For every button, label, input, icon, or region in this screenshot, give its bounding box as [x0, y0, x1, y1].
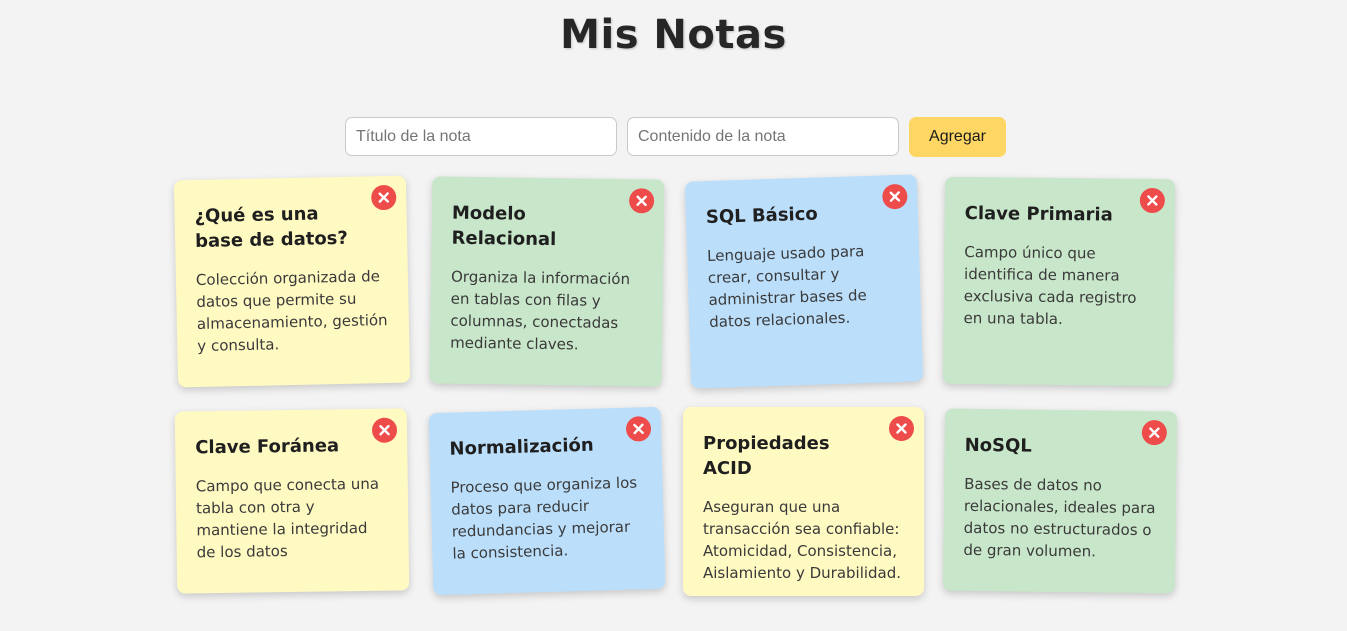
close-icon — [636, 195, 647, 207]
note-title: SQL Básico — [705, 203, 819, 229]
note-content: Organiza la información en tablas con fi… — [450, 267, 631, 354]
close-icon — [1149, 427, 1160, 438]
close-icon — [378, 192, 390, 203]
delete-note-button[interactable] — [628, 188, 655, 214]
note-title: Propiedades ACID — [703, 433, 830, 479]
note-card: SQL Básico Lenguaje usado para crear, co… — [684, 174, 924, 389]
note-content: Colección organizada de datos que permit… — [195, 267, 388, 355]
note-card: Clave Primaria Campo único que identific… — [942, 176, 1176, 387]
close-icon — [896, 423, 907, 434]
delete-note-button[interactable] — [1141, 419, 1167, 446]
delete-note-button[interactable] — [1139, 187, 1165, 214]
note-title-input[interactable] — [345, 117, 617, 156]
note-card: Clave Foránea Campo que conecta una tabl… — [174, 408, 410, 594]
delete-note-button[interactable] — [889, 416, 914, 441]
note-title: Modelo Relacional — [451, 202, 557, 251]
note-title: Clave Primaria — [964, 203, 1113, 226]
close-icon — [1147, 195, 1158, 206]
note-title: Normalización — [449, 434, 594, 460]
note-content: Bases de datos no relacionales, ideales … — [963, 474, 1156, 561]
note-card: ¿Qué es una base de datos? Colección org… — [173, 175, 411, 388]
delete-note-button[interactable] — [371, 184, 397, 211]
note-card: Modelo Relacional Organiza la informació… — [429, 176, 665, 387]
note-content: Proceso que organiza los datos para redu… — [450, 473, 638, 563]
delete-note-button[interactable] — [881, 183, 908, 210]
note-card: NoSQL Bases de datos no relacionales, id… — [942, 408, 1178, 594]
add-note-button[interactable]: Agregar — [909, 117, 1006, 157]
close-icon — [633, 423, 644, 435]
note-content: Lenguaje usado para crear, consultar y a… — [706, 242, 867, 331]
close-icon — [889, 191, 901, 202]
close-icon — [379, 424, 390, 436]
note-title: Clave Foránea — [195, 435, 340, 459]
note-card: Normalización Proceso que organiza los d… — [428, 406, 666, 596]
note-title: ¿Qué es una base de datos? — [194, 203, 349, 253]
page-title: Mis Notas — [560, 12, 787, 58]
note-card: Propiedades ACID Aseguran que una transa… — [683, 407, 924, 596]
note-content: Aseguran que una transacción sea confiab… — [703, 498, 902, 582]
note-title: NoSQL — [964, 434, 1032, 457]
note-content-input[interactable] — [627, 117, 899, 156]
note-content: Campo que conecta una tabla con otra y m… — [195, 474, 380, 562]
delete-note-button[interactable] — [371, 417, 398, 443]
note-content: Campo único que identifica de manera exc… — [963, 243, 1137, 329]
delete-note-button[interactable] — [625, 416, 652, 442]
